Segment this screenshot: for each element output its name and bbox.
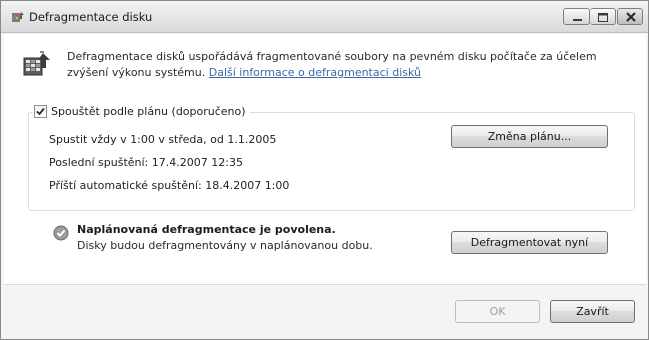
- status-title: Naplánovaná defragmentace je povolena.: [77, 223, 336, 236]
- dialog-content: Defragmentace disků uspořádává fragmento…: [4, 34, 646, 284]
- schedule-checkbox-row[interactable]: Spouštět podle plánu (doporučeno): [33, 103, 250, 119]
- schedule-checkbox[interactable]: [34, 104, 47, 118]
- schedule-run-text: Spustit vždy v 1:00 v středa, od 1.1.200…: [49, 133, 277, 146]
- checkmark-icon: [36, 107, 45, 115]
- check-circle-icon: [53, 225, 69, 241]
- maximize-icon: [598, 13, 608, 22]
- learn-more-link[interactable]: Další informace o defragmentaci disků: [209, 66, 421, 79]
- next-run-text: Příští automatické spuštění: 18.4.2007 1…: [49, 179, 290, 192]
- maximize-button[interactable]: [590, 8, 616, 25]
- schedule-checkbox-label: Spouštět podle plánu (doporučeno): [51, 104, 246, 118]
- status-text: Disky budou defragmentovány v naplánovan…: [77, 239, 373, 252]
- last-run-text: Poslední spuštění: 17.4.2007 12:35: [49, 156, 243, 169]
- defrag-disk-icon: [23, 51, 50, 76]
- minimize-button[interactable]: [563, 8, 590, 25]
- window-title: Defragmentace disku: [29, 10, 153, 24]
- close-button[interactable]: Zavřít: [550, 300, 635, 323]
- title-bar[interactable]: Defragmentace disku: [1, 1, 648, 33]
- change-schedule-button[interactable]: Změna plánu...: [451, 125, 608, 148]
- ok-button[interactable]: OK: [455, 300, 540, 323]
- defragment-now-button[interactable]: Defragmentovat nyní: [451, 231, 608, 254]
- defrag-app-icon: [12, 12, 24, 22]
- footer-divider: [4, 284, 646, 285]
- minimize-icon: [573, 19, 582, 21]
- defrag-window: Defragmentace disku Defragmentace disků …: [0, 0, 649, 340]
- close-icon: [626, 12, 636, 22]
- description-text: Defragmentace disků uspořádává fragmento…: [67, 49, 637, 81]
- close-window-button[interactable]: [617, 8, 643, 25]
